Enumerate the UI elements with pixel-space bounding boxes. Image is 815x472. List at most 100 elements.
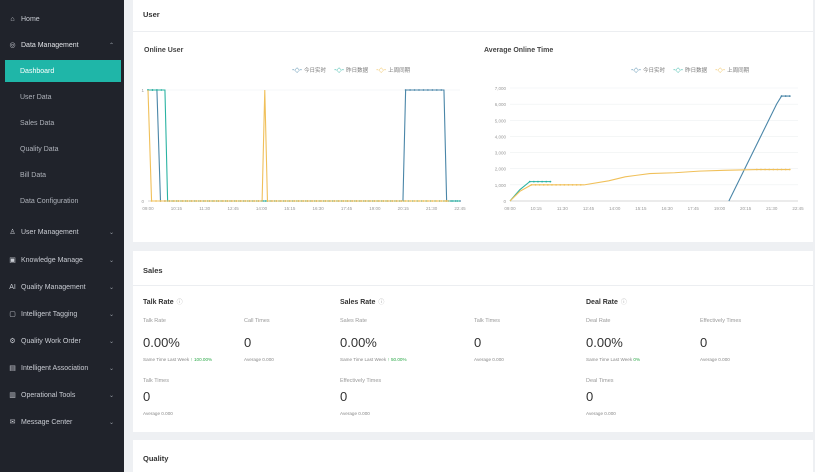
sidebar-item-dashboard[interactable]: Dashboard	[5, 60, 121, 82]
y-tick-label: 1,000	[495, 183, 507, 188]
sidebar-item-user-management[interactable]: ♙ User Management ⌄	[0, 221, 124, 243]
series-point	[440, 200, 443, 202]
series-point	[320, 200, 322, 202]
avg-online-time-chart-title: Average Online Time	[484, 47, 554, 54]
quality-panel: Quality	[133, 440, 813, 472]
series-point	[431, 200, 434, 202]
yoy-label: Same Time Last Week	[143, 357, 190, 362]
x-tick-label: 09:00	[504, 206, 516, 211]
series-point	[418, 89, 420, 91]
series-point	[551, 183, 553, 186]
legend-today-2[interactable]: -◇- 今日实时	[631, 66, 665, 75]
series-point	[337, 200, 340, 202]
legend-yesterday-2[interactable]: -◇- 昨日数据	[673, 66, 707, 75]
metric-title-text: Sales Rate	[340, 299, 376, 306]
series-point	[360, 200, 362, 202]
x-tick-label: 20:15	[740, 206, 752, 211]
series-point	[333, 200, 336, 202]
sidebar-item-label: Dashboard	[20, 67, 55, 75]
metric-third-label: Effectively Times	[340, 378, 382, 384]
sidebar-item-data-management[interactable]: ◎ Data Management ⌃	[0, 34, 124, 56]
info-icon[interactable]: ⓘ	[177, 300, 183, 306]
quality-panel-title: Quality	[143, 454, 169, 463]
sidebar-item-label: Bill Data	[20, 171, 47, 179]
series-point	[168, 200, 171, 202]
sidebar-item-home[interactable]: ⌂ Home	[0, 8, 124, 30]
sidebar-item-message-center[interactable]: ✉ Message Center ⌄	[0, 411, 124, 433]
chevron-down-icon: ⌄	[108, 229, 114, 236]
sidebar-item-intelligent-tagging[interactable]: ▢ Intelligent Tagging ⌄	[0, 303, 124, 325]
series-point	[264, 200, 267, 202]
series-point	[788, 95, 791, 97]
work-order-icon: ⚙	[9, 338, 16, 345]
metric-rate-value: 0.00%	[586, 335, 623, 350]
x-tick-label: 21:30	[766, 206, 778, 211]
legend-today[interactable]: -◇- 今日实时	[292, 66, 326, 75]
sidebar-item-quality-data[interactable]: Quality Data	[0, 138, 124, 160]
sidebar-item-user-data[interactable]: User Data	[0, 86, 124, 108]
series-point	[780, 168, 783, 171]
series-point	[213, 200, 215, 202]
x-tick-label: 12:45	[583, 206, 595, 211]
avg-online-time-chart[interactable]: 0 1,000 2,000 3,000 4,000 5,000 6,000 7,000 09:0…	[480, 80, 805, 220]
metric-third-value: 0	[586, 389, 594, 404]
series-point	[445, 200, 448, 202]
avg-online-time-legend[interactable]: -◇- 今日实时 -◇- 昨日数据 -◇- 上周同期	[631, 66, 749, 75]
series-line	[148, 89, 460, 202]
series-point	[311, 200, 313, 202]
info-icon[interactable]: ⓘ	[378, 300, 384, 306]
online-user-chart[interactable]: 0 1 09:00 10:15 11:30 12:45 14:00 15:15 16:30 17:…	[138, 80, 468, 220]
sidebar-item-label: Quality Data	[20, 145, 59, 153]
sidebar: ⌂ Home ◎ Data Management ⌃ Dashboard User Data…	[0, 0, 124, 472]
x-tick-label: 19:00	[714, 206, 726, 211]
legend-yesterday[interactable]: -◇- 昨日数据	[334, 66, 368, 75]
sidebar-item-quality-management[interactable]: AI Quality Management ⌄	[0, 276, 124, 298]
legend-last-week[interactable]: -◇- 上周同期	[376, 66, 410, 75]
series-point	[177, 200, 180, 202]
series-point	[764, 168, 766, 171]
sidebar-item-label: Home	[21, 15, 40, 23]
y-tick-label: 5,000	[495, 118, 507, 123]
knowledge-icon: ▣	[9, 257, 16, 264]
metric-count-value: 0	[700, 335, 708, 350]
series-point	[409, 200, 411, 202]
series-point	[172, 200, 175, 202]
series-point	[253, 200, 255, 202]
series-point	[382, 200, 385, 202]
chevron-down-icon: ⌄	[108, 419, 114, 426]
series-point	[427, 89, 429, 91]
chevron-down-icon: ⌄	[108, 392, 114, 399]
series-point	[386, 200, 389, 202]
series-line	[728, 95, 790, 202]
x-tick-label: 14:00	[609, 206, 621, 211]
series-point	[150, 200, 153, 202]
series-point	[545, 180, 548, 183]
series-point	[239, 200, 242, 202]
online-user-legend[interactable]: -◇- 今日实时 -◇- 昨日数据 -◇- 上周同期	[292, 66, 410, 75]
series-point	[542, 183, 545, 186]
x-tick-label: 17:45	[341, 206, 353, 211]
series-point	[440, 89, 443, 91]
series-point	[306, 200, 309, 202]
x-tick-label: 15:15	[635, 206, 647, 211]
series-point	[546, 183, 549, 186]
sidebar-item-sales-data[interactable]: Sales Data	[0, 112, 124, 134]
message-icon: ✉	[9, 419, 16, 426]
sidebar-item-operational-tools[interactable]: ▥ Operational Tools ⌄	[0, 384, 124, 406]
metric-title: Talk Rate ⓘ	[143, 297, 183, 306]
info-icon[interactable]: ⓘ	[621, 300, 627, 306]
sales-divider	[133, 285, 813, 286]
series-point	[186, 200, 189, 202]
sidebar-item-quality-work-order[interactable]: ⚙ Quality Work Order ⌄	[0, 330, 124, 352]
legend-last-week-2[interactable]: -◇- 上周同期	[715, 66, 749, 75]
metric-sub-label: Effectively Times	[700, 318, 742, 324]
yoy-value: ↑ 50.00%	[387, 357, 407, 362]
sidebar-item-knowledge-manage[interactable]: ▣ Knowledge Manage ⌄	[0, 249, 124, 271]
x-tick-label: 19:00	[369, 206, 381, 211]
sidebar-item-bill-data[interactable]: Bill Data	[0, 164, 124, 186]
series-line	[148, 89, 460, 202]
x-tick-label: 22:45	[454, 206, 466, 211]
series-point	[364, 200, 367, 202]
sidebar-item-data-configuration[interactable]: Data Configuration	[0, 190, 124, 212]
sidebar-item-intelligent-association[interactable]: ▤ Intelligent Association ⌄	[0, 357, 124, 379]
